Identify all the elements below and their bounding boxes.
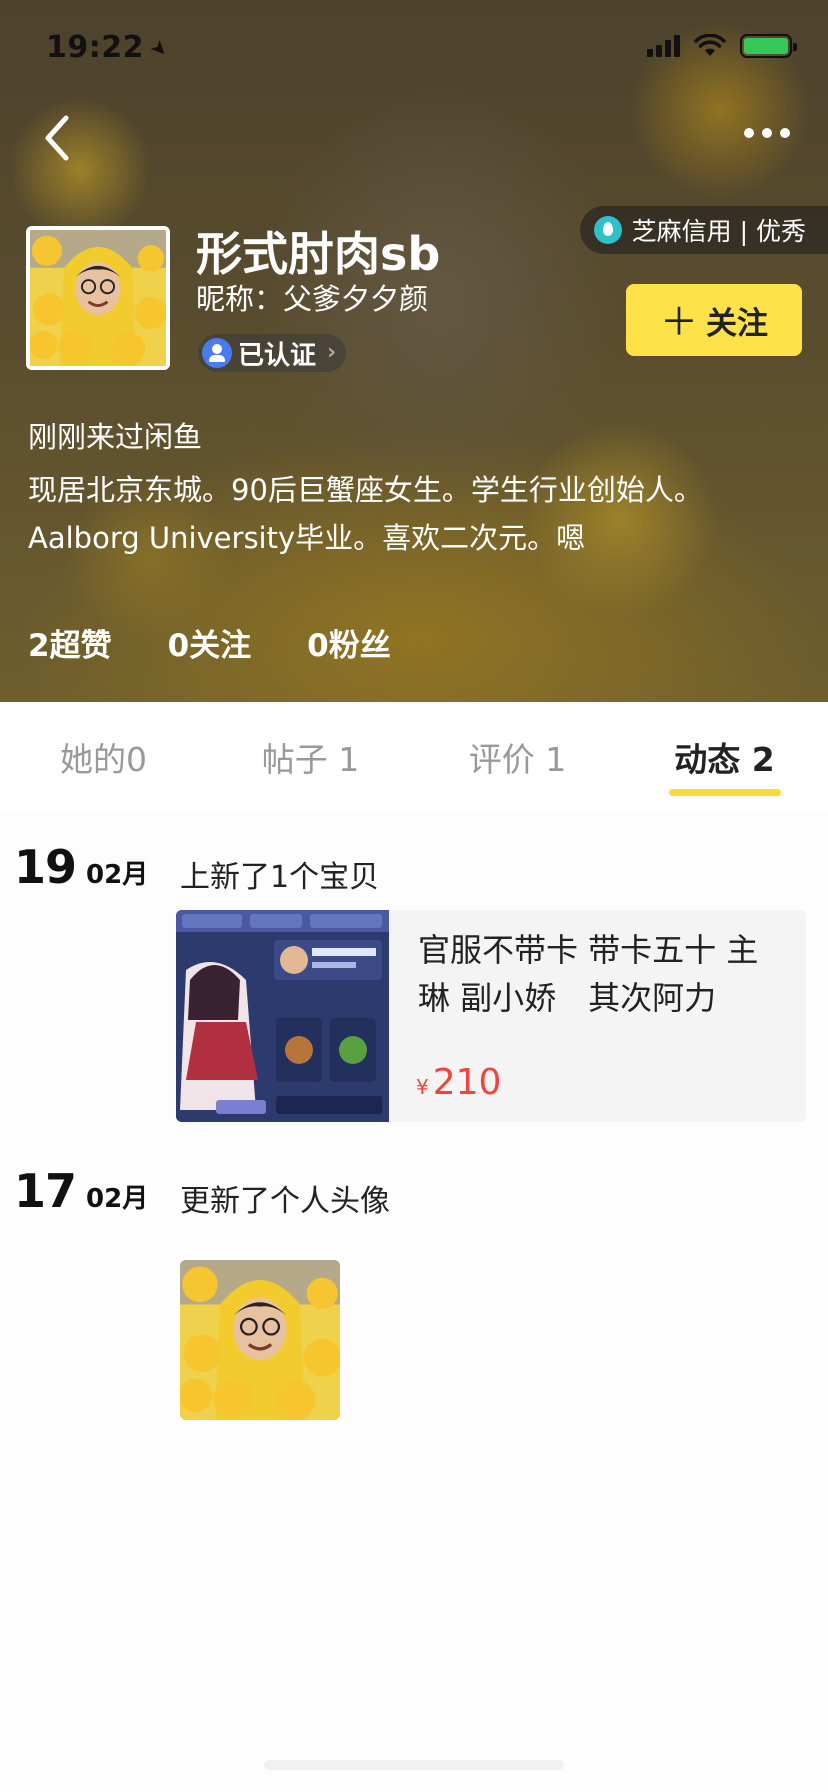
wifi-icon: [694, 34, 726, 56]
avatar-image: [30, 230, 166, 366]
profile-avatar[interactable]: [26, 226, 170, 370]
game-screenshot-image: [176, 910, 389, 1122]
stat-following[interactable]: 0关注: [168, 620, 252, 665]
sesame-credit-badge[interactable]: 芝麻信用 | 优秀: [579, 206, 828, 254]
more-options-button[interactable]: [740, 120, 794, 146]
listing-thumbnail: [176, 910, 389, 1122]
listing-price: ¥210: [416, 1062, 501, 1103]
verified-user-icon: [202, 338, 232, 368]
date-month: 02月: [86, 1184, 149, 1214]
profile-nickname: 昵称：父爹夕夕颜: [196, 282, 429, 316]
sesame-credit-icon: [593, 216, 622, 244]
feed-date: 17 02月: [14, 1164, 148, 1218]
chevron-right-icon: ›: [326, 340, 337, 365]
verified-label: 已认证: [238, 340, 317, 371]
tab-reviews[interactable]: 评价 1: [414, 702, 621, 812]
listing-card[interactable]: 官服不带卡 带卡五十 主琳 副小娇 其次阿力 ¥210: [176, 910, 806, 1122]
verified-badge[interactable]: 已认证 ›: [198, 334, 347, 372]
dot-icon: [762, 128, 772, 138]
battery-icon: [740, 34, 797, 58]
follow-button[interactable]: ＋ 关注: [626, 284, 802, 356]
profile-header: 19:22➤ 芝麻信用 | 优秀 形式肘肉sb 昵称：父爹夕夕颜 已认证 › ＋…: [0, 0, 828, 702]
profile-tabs: 她的0 帖子 1 评价 1 动态 2: [0, 702, 828, 812]
date-month: 02月: [86, 860, 149, 890]
status-bar-icons: [647, 34, 797, 58]
home-indicator[interactable]: [264, 1760, 564, 1770]
stat-followers[interactable]: 0粉丝: [307, 620, 391, 665]
tab-her-items[interactable]: 她的0: [0, 702, 207, 812]
plus-icon: ＋: [659, 299, 698, 344]
back-icon[interactable]: [36, 108, 80, 168]
profile-stats: 2超赞 0关注 0粉丝: [28, 620, 391, 665]
recent-visit-text: 刚刚来过闲鱼: [28, 420, 203, 454]
status-time-text: 19:22: [46, 30, 144, 65]
stat-likes[interactable]: 2超赞: [28, 620, 112, 665]
dot-icon: [744, 128, 754, 138]
status-bar-time: 19:22➤: [46, 30, 175, 65]
feed-date: 19 02月: [14, 840, 148, 894]
feed-action: 上新了1个宝贝: [180, 860, 380, 895]
feed-action: 更新了个人头像: [180, 1184, 390, 1219]
cellular-signal-icon: [647, 35, 680, 57]
sesame-credit-text: 芝麻信用 | 优秀: [631, 217, 806, 246]
location-arrow-icon: ➤: [145, 33, 175, 64]
profile-bio: 现居北京东城。90后巨蟹座女生。学生行业创始人。Aalborg Universi…: [28, 473, 703, 555]
date-day: 17: [14, 1164, 77, 1218]
updated-avatar-image[interactable]: [180, 1260, 340, 1420]
tab-activity[interactable]: 动态 2: [621, 702, 828, 812]
follow-label: 关注: [706, 305, 768, 342]
tab-posts[interactable]: 帖子 1: [207, 702, 414, 812]
profile-name: 形式肘肉sb: [196, 227, 441, 281]
price-value: 210: [432, 1062, 502, 1103]
listing-title: 官服不带卡 带卡五十 主琳 副小娇 其次阿力: [418, 931, 759, 1017]
avatar-image: [180, 1260, 340, 1420]
dot-icon: [780, 128, 790, 138]
date-day: 19: [14, 840, 77, 894]
profile-page: 19:22➤ 芝麻信用 | 优秀 形式肘肉sb 昵称：父爹夕夕颜 已认证 › ＋…: [0, 0, 828, 1792]
currency-symbol: ¥: [416, 1075, 429, 1099]
